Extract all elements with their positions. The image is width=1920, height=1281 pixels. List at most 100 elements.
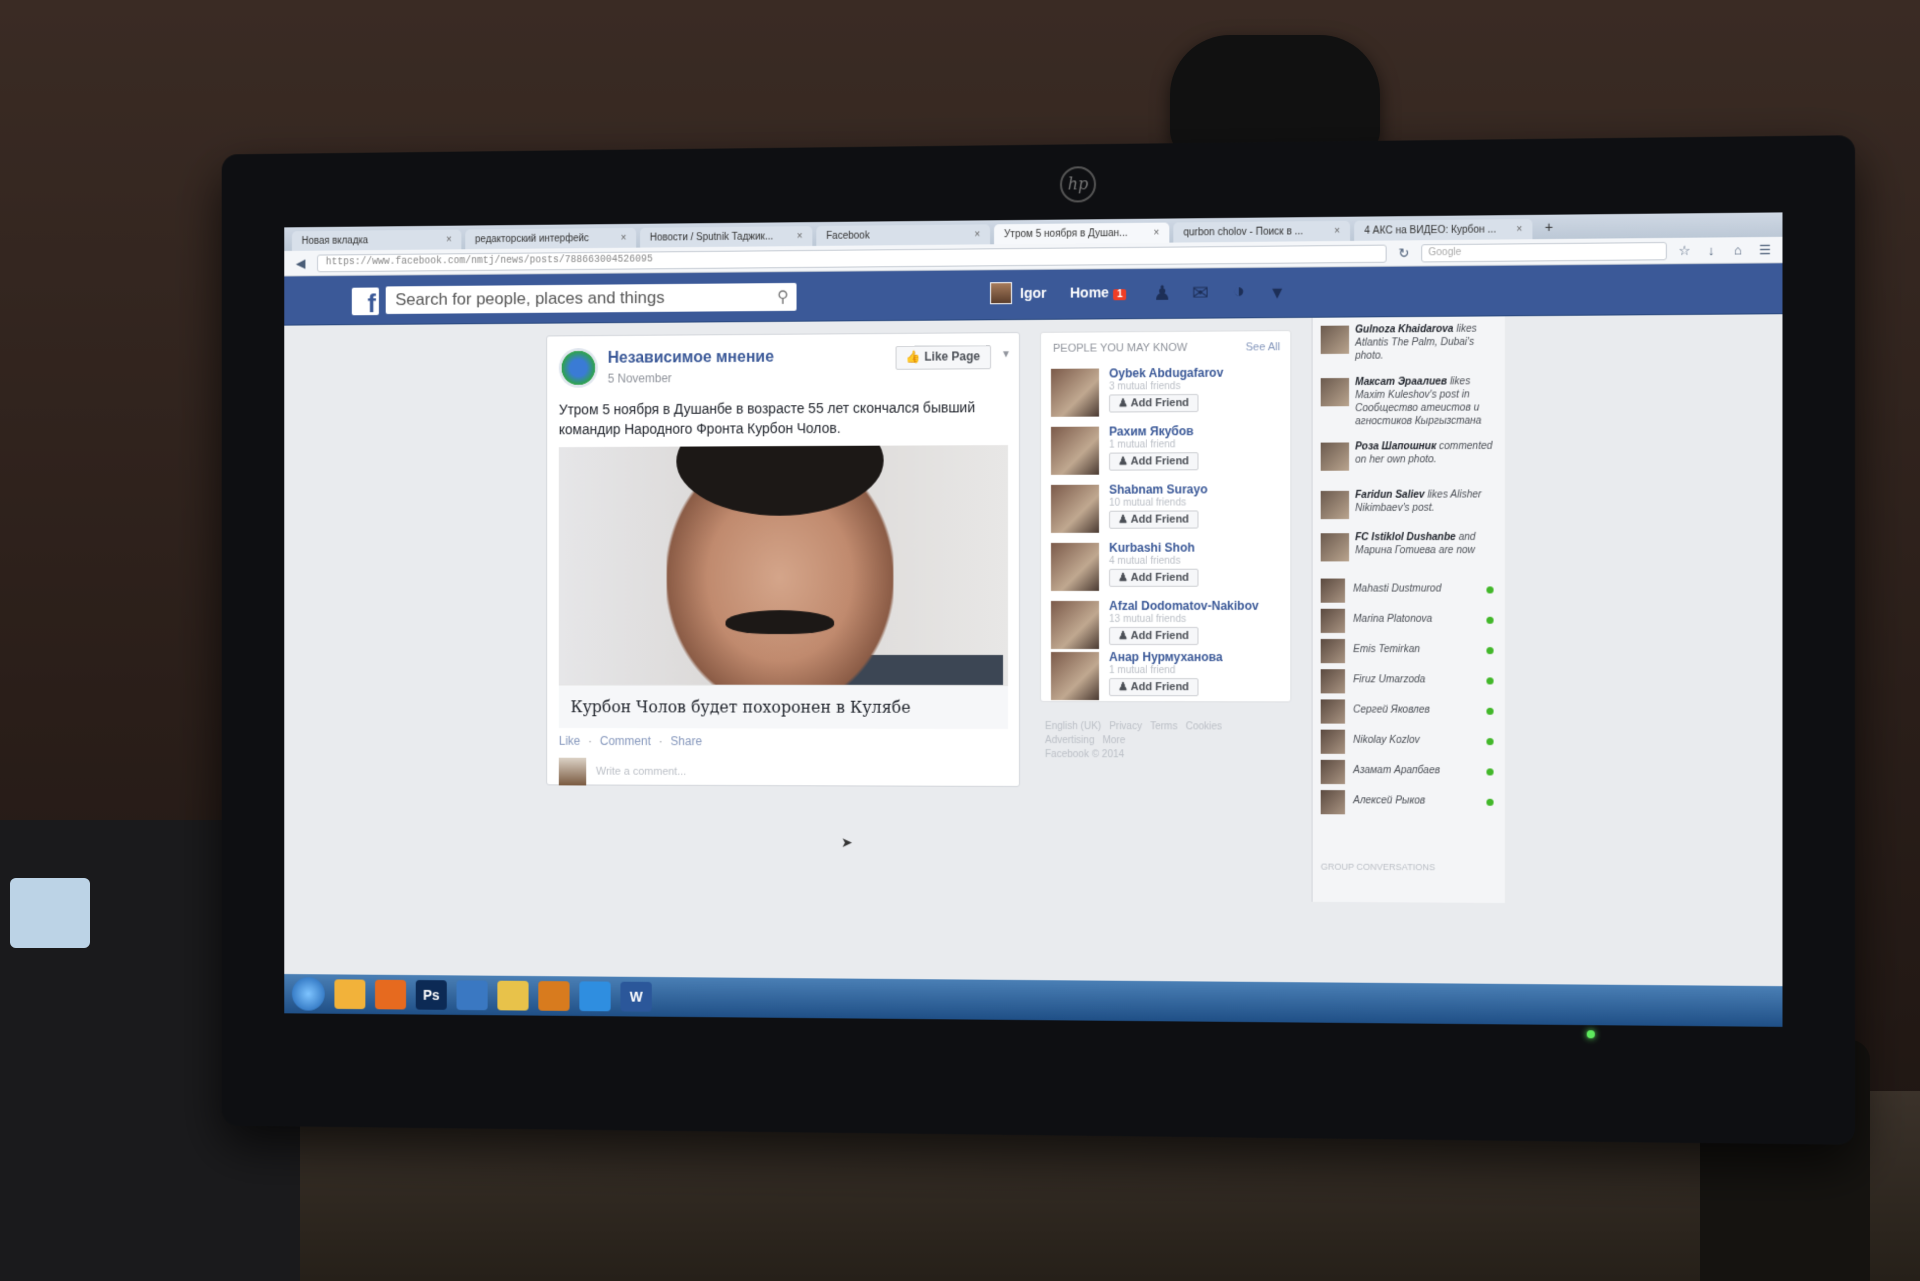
page-name[interactable]: Независимое мнение bbox=[608, 349, 774, 368]
person-photo[interactable] bbox=[1050, 368, 1100, 417]
mutual-friends[interactable]: 1 mutual friend bbox=[1109, 439, 1175, 450]
chat-contact[interactable]: Emis Temirkan bbox=[1320, 638, 1502, 664]
friend-requests-icon[interactable]: ♟ bbox=[1150, 281, 1174, 305]
thumbs-up-icon: 👍 bbox=[906, 349, 922, 364]
star-icon[interactable]: ☆ bbox=[1675, 242, 1694, 258]
post-date[interactable]: 5 November bbox=[608, 371, 672, 385]
tab-active-post[interactable]: Утром 5 ноября в Душан... × bbox=[994, 222, 1170, 245]
footer-link[interactable]: Cookies bbox=[1186, 721, 1222, 732]
person-name[interactable]: Анар Нурмуханова bbox=[1109, 650, 1223, 664]
ticker-item[interactable]: Faridun Saliev likes Alisher Nikimbaev's… bbox=[1320, 488, 1502, 520]
fb-search-input[interactable]: Search for people, places and things ⚲ bbox=[385, 282, 797, 315]
person-name[interactable]: Рахим Якубов bbox=[1109, 424, 1194, 438]
mutual-friends[interactable]: 1 mutual friend bbox=[1109, 665, 1175, 676]
like-page-button[interactable]: 👍 Like Page bbox=[895, 345, 992, 370]
link-title[interactable]: Курбон Чолов будет похоронен в Кулябе bbox=[558, 684, 1009, 729]
chat-contact[interactable]: Mahasti Dustmurod bbox=[1320, 577, 1502, 603]
person-name[interactable]: Shabnam Surayo bbox=[1109, 482, 1208, 496]
profile-link[interactable]: Igor bbox=[990, 282, 1046, 305]
search-icon[interactable]: ⚲ bbox=[777, 287, 789, 307]
messages-icon[interactable]: ✉ bbox=[1188, 280, 1212, 304]
app-icon[interactable] bbox=[456, 980, 488, 1011]
person-photo[interactable] bbox=[1050, 542, 1100, 591]
person-name[interactable]: Afzal Dodomatov-Nakibov bbox=[1109, 599, 1259, 613]
settings-icon[interactable]: ▾ bbox=[1265, 280, 1289, 304]
close-icon[interactable]: × bbox=[1153, 227, 1159, 238]
mutual-friends[interactable]: 4 mutual friends bbox=[1109, 556, 1180, 567]
page-avatar[interactable] bbox=[558, 347, 598, 388]
person-photo[interactable] bbox=[1050, 426, 1100, 475]
chat-contact[interactable]: Азамат Арапбаев bbox=[1320, 759, 1502, 786]
photoshop-icon[interactable]: Ps bbox=[415, 980, 447, 1010]
word-icon[interactable]: W bbox=[620, 981, 652, 1012]
mutual-friends[interactable]: 10 mutual friends bbox=[1109, 497, 1186, 508]
person-photo[interactable] bbox=[1050, 652, 1100, 701]
tab-facebook[interactable]: Facebook × bbox=[816, 224, 991, 246]
chat-contact[interactable]: Firuz Umarzoda bbox=[1320, 668, 1502, 694]
power-led bbox=[1586, 1030, 1595, 1039]
tab-video[interactable]: 4 АКС на ВИДЕО: Курбон ... × bbox=[1354, 218, 1533, 241]
mutual-friends[interactable]: 3 mutual friends bbox=[1109, 381, 1180, 392]
see-all-link[interactable]: See All bbox=[1246, 341, 1281, 353]
comment-link[interactable]: Comment bbox=[600, 734, 651, 748]
add-friend-button[interactable]: ♟ Add Friend bbox=[1109, 510, 1199, 529]
ticker-item[interactable]: Роза Шапошник commented on her own photo… bbox=[1320, 440, 1502, 471]
menu-icon[interactable]: ☰ bbox=[1756, 241, 1775, 257]
back-icon[interactable]: ◀ bbox=[292, 255, 309, 271]
like-link[interactable]: Like bbox=[559, 734, 581, 748]
home-icon[interactable]: ⌂ bbox=[1729, 242, 1748, 257]
close-icon[interactable]: × bbox=[1516, 224, 1522, 235]
close-icon[interactable]: × bbox=[1334, 225, 1340, 236]
person-name[interactable]: Oybek Abdugafarov bbox=[1109, 366, 1223, 381]
close-icon[interactable]: × bbox=[974, 229, 980, 240]
tab-editor[interactable]: редакторский интерфейс × bbox=[465, 227, 637, 250]
footer-link[interactable]: English (UK) bbox=[1045, 721, 1101, 732]
home-link[interactable]: Home 1 bbox=[1070, 284, 1127, 301]
person-name[interactable]: Kurbashi Shoh bbox=[1109, 541, 1195, 555]
ticker-item[interactable]: Gulnoza Khaidarova likes Atlantis The Pa… bbox=[1320, 322, 1502, 362]
add-friend-button[interactable]: ♟ Add Friend bbox=[1109, 626, 1199, 646]
avatar bbox=[1320, 790, 1346, 815]
ticker-item[interactable]: Максат Эраалиев likes Maxim Kuleshov's p… bbox=[1320, 375, 1502, 427]
ticker-name: FC Istiklol Dushanbe bbox=[1355, 531, 1456, 544]
close-icon[interactable]: × bbox=[621, 232, 627, 243]
mutual-friends[interactable]: 13 mutual friends bbox=[1109, 614, 1186, 625]
download-icon[interactable]: ↓ bbox=[1702, 242, 1721, 258]
media-player-icon[interactable] bbox=[538, 981, 570, 1011]
add-friend-button[interactable]: ♟ Add Friend bbox=[1109, 393, 1199, 413]
tab-new-tab[interactable]: Новая вкладка × bbox=[291, 229, 462, 251]
chat-name: Азамат Арапбаев bbox=[1353, 764, 1440, 777]
outlook-icon[interactable] bbox=[334, 979, 366, 1010]
footer-link[interactable]: Terms bbox=[1150, 721, 1177, 732]
internet-explorer-icon[interactable] bbox=[579, 981, 611, 1012]
reload-icon[interactable]: ↻ bbox=[1395, 245, 1413, 261]
new-tab-button[interactable]: + bbox=[1537, 219, 1562, 239]
post-photo[interactable] bbox=[558, 445, 1009, 685]
chevron-down-icon[interactable]: ▼ bbox=[1001, 349, 1011, 360]
add-friend-button[interactable]: ♟ Add Friend bbox=[1109, 568, 1199, 587]
comment-input[interactable]: Write a comment... bbox=[596, 766, 686, 778]
chat-contact[interactable]: Алексей Рыков bbox=[1320, 789, 1502, 816]
add-friend-button[interactable]: ♟ Add Friend bbox=[1109, 678, 1199, 697]
person-photo[interactable] bbox=[1050, 484, 1100, 533]
share-link[interactable]: Share bbox=[670, 734, 701, 748]
tab-sputnik[interactable]: Новости / Sputnik Таджик... × bbox=[640, 226, 813, 248]
close-icon[interactable]: × bbox=[797, 231, 803, 242]
close-icon[interactable]: × bbox=[446, 234, 452, 245]
browser-search-input[interactable]: Google bbox=[1421, 241, 1667, 262]
chat-contact[interactable]: Marina Platonova bbox=[1320, 608, 1502, 634]
firefox-icon[interactable] bbox=[375, 979, 407, 1010]
facebook-logo[interactable]: f bbox=[351, 287, 379, 318]
footer-link[interactable]: Advertising bbox=[1045, 735, 1095, 746]
taskbar: Ps W bbox=[284, 974, 1783, 1027]
footer-link[interactable]: Privacy bbox=[1109, 721, 1142, 732]
add-friend-button[interactable]: ♟ Add Friend bbox=[1109, 452, 1199, 471]
person-photo[interactable] bbox=[1050, 600, 1100, 650]
footer-link[interactable]: More bbox=[1103, 735, 1126, 746]
start-button[interactable] bbox=[291, 977, 325, 1011]
tab-search[interactable]: qurbon cholov - Поиск в ... × bbox=[1173, 220, 1351, 243]
folder-icon[interactable] bbox=[497, 980, 529, 1011]
chat-contact[interactable]: Сергей Яковлев bbox=[1320, 698, 1502, 725]
chat-contact[interactable]: Nikolay Kozlov bbox=[1320, 729, 1502, 756]
notifications-icon[interactable]: ◑ bbox=[1227, 280, 1251, 304]
